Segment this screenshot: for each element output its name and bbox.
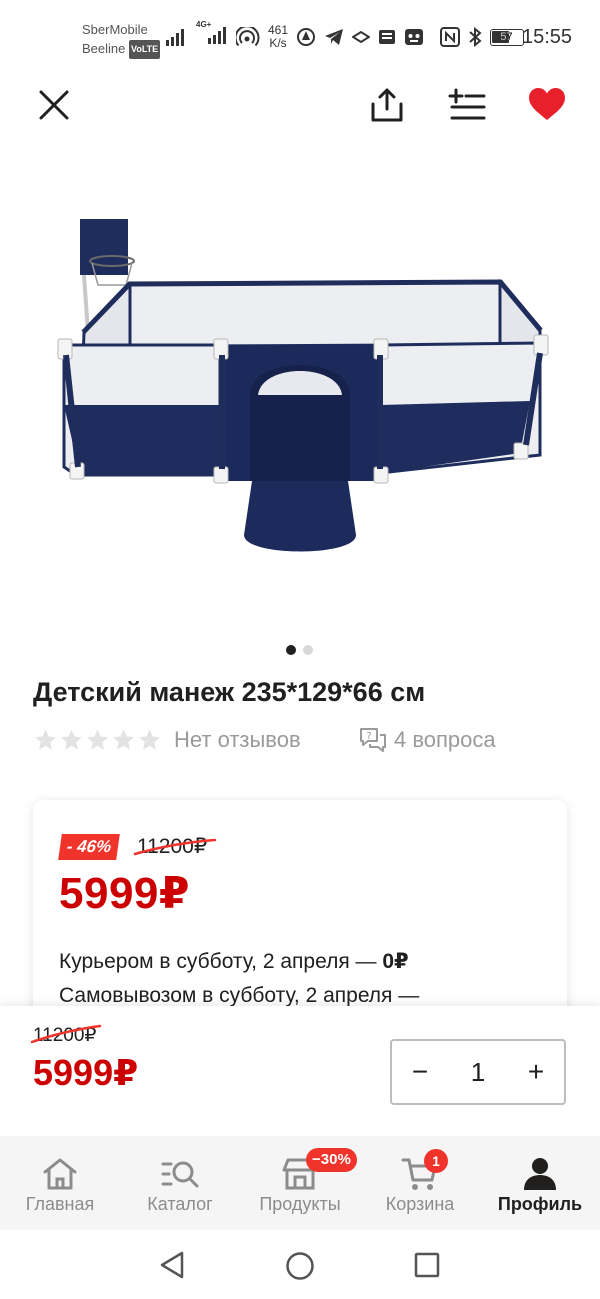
nav-label-catalog: Каталог	[147, 1194, 213, 1214]
app-icon	[297, 28, 316, 46]
quantity-stepper: − 1 +	[390, 1039, 566, 1105]
robot-icon	[405, 29, 424, 45]
close-icon[interactable]	[38, 89, 70, 121]
notification-icon	[352, 30, 371, 44]
quantity-value: 1	[470, 1056, 486, 1087]
catalog-search-icon	[161, 1161, 199, 1188]
speed-unit: K/s	[269, 36, 287, 50]
nav-item-cart[interactable]: 1 Корзина	[360, 1136, 480, 1230]
home-button-icon[interactable]	[285, 1251, 315, 1281]
old-price-value: 11200₽	[137, 835, 208, 858]
delivery-courier-text: Курьером в субботу, 2 апреля —	[59, 950, 383, 973]
star-icon	[87, 729, 108, 750]
nav-item-catalog[interactable]: Каталог	[120, 1136, 240, 1230]
bottom-navigation: Главная Каталог −30% Продукты 1 Корзина …	[0, 1136, 600, 1230]
heart-icon[interactable]	[528, 87, 566, 121]
system-navigation-bar	[0, 1230, 600, 1299]
nav-label-groceries: Продукты	[259, 1194, 341, 1214]
star-icon	[35, 729, 56, 750]
star-icon	[61, 729, 82, 750]
status-bar: SberMobile Beeline VoLTE 4G+ 461 K/s 57 1…	[0, 0, 600, 76]
strikethrough-mark	[30, 1024, 102, 1044]
delivery-courier-price: 0₽	[382, 950, 409, 973]
question-bubble-icon: ?	[360, 728, 386, 752]
nfc-icon	[440, 27, 461, 47]
volte-badge: VoLTE	[129, 40, 161, 60]
carrier-2: Beeline	[82, 41, 126, 56]
telegram-icon	[325, 29, 344, 45]
old-price: 11200₽	[133, 834, 217, 859]
sticky-price-bar: 11200₽ 5999₽ − 1 +	[0, 1006, 600, 1136]
reviews-link[interactable]: Нет отзывов	[174, 727, 301, 753]
current-price: 5999₽	[59, 869, 190, 918]
hotspot-icon	[236, 27, 260, 47]
profile-icon	[524, 1158, 556, 1190]
back-icon[interactable]	[158, 1250, 186, 1280]
increase-quantity-button[interactable]: +	[522, 1056, 550, 1088]
product-title: Детский манеж 235*129*66 см	[33, 677, 426, 707]
questions-count: 4 вопроса	[394, 727, 496, 752]
bluetooth-icon	[469, 27, 482, 47]
star-icon	[113, 729, 134, 750]
ramp-shape	[244, 481, 356, 552]
pagination-dot[interactable]	[303, 645, 313, 655]
rating-stars	[33, 728, 162, 752]
status-icons: 4G+ 461 K/s 57	[166, 20, 525, 52]
delivery-courier: Курьером в субботу, 2 апреля — 0₽	[59, 945, 419, 979]
carrier-info: SberMobile Beeline VoLTE	[82, 20, 161, 60]
nav-item-profile[interactable]: Профиль	[480, 1136, 600, 1230]
cart-count-badge: 1	[424, 1149, 448, 1173]
questions-link[interactable]: ? 4 вопроса	[358, 724, 496, 756]
home-icon	[43, 1158, 77, 1190]
rating-row[interactable]: Нет отзывов	[33, 724, 301, 756]
gallery-pagination	[286, 645, 313, 655]
battery-icon: 57	[490, 28, 525, 46]
battery-level: 57	[500, 30, 513, 43]
discount-badge: - 46%	[58, 834, 120, 860]
carrier-1: SberMobile	[82, 22, 148, 37]
news-icon	[379, 30, 396, 44]
network-signal: 4G+	[196, 20, 228, 49]
svg-text:?: ?	[366, 731, 371, 742]
bar-current-price: 5999₽	[33, 1052, 139, 1093]
nav-label-home: Главная	[25, 1194, 95, 1214]
add-to-list-icon[interactable]	[448, 88, 486, 122]
star-icon	[139, 729, 160, 750]
bar-old-price: 11200₽	[30, 1024, 102, 1047]
decrease-quantity-button[interactable]: −	[406, 1056, 434, 1088]
delivery-info: Курьером в субботу, 2 апреля — 0₽ Самовы…	[59, 945, 419, 1013]
nav-item-home[interactable]: Главная	[0, 1136, 120, 1230]
pagination-dot-active[interactable]	[286, 645, 296, 655]
product-image[interactable]	[40, 205, 560, 565]
network-badge: 4G+	[196, 19, 212, 29]
clock: 15:55	[522, 26, 573, 48]
share-icon[interactable]	[370, 87, 404, 123]
promo-badge: −30%	[306, 1148, 357, 1172]
network-speed: 461 K/s	[268, 24, 288, 50]
nav-label-profile: Профиль	[497, 1194, 583, 1214]
recents-icon[interactable]	[414, 1252, 440, 1278]
nav-item-groceries[interactable]: −30% Продукты	[240, 1136, 360, 1230]
signal-icon	[166, 29, 184, 46]
nav-label-cart: Корзина	[385, 1194, 455, 1214]
